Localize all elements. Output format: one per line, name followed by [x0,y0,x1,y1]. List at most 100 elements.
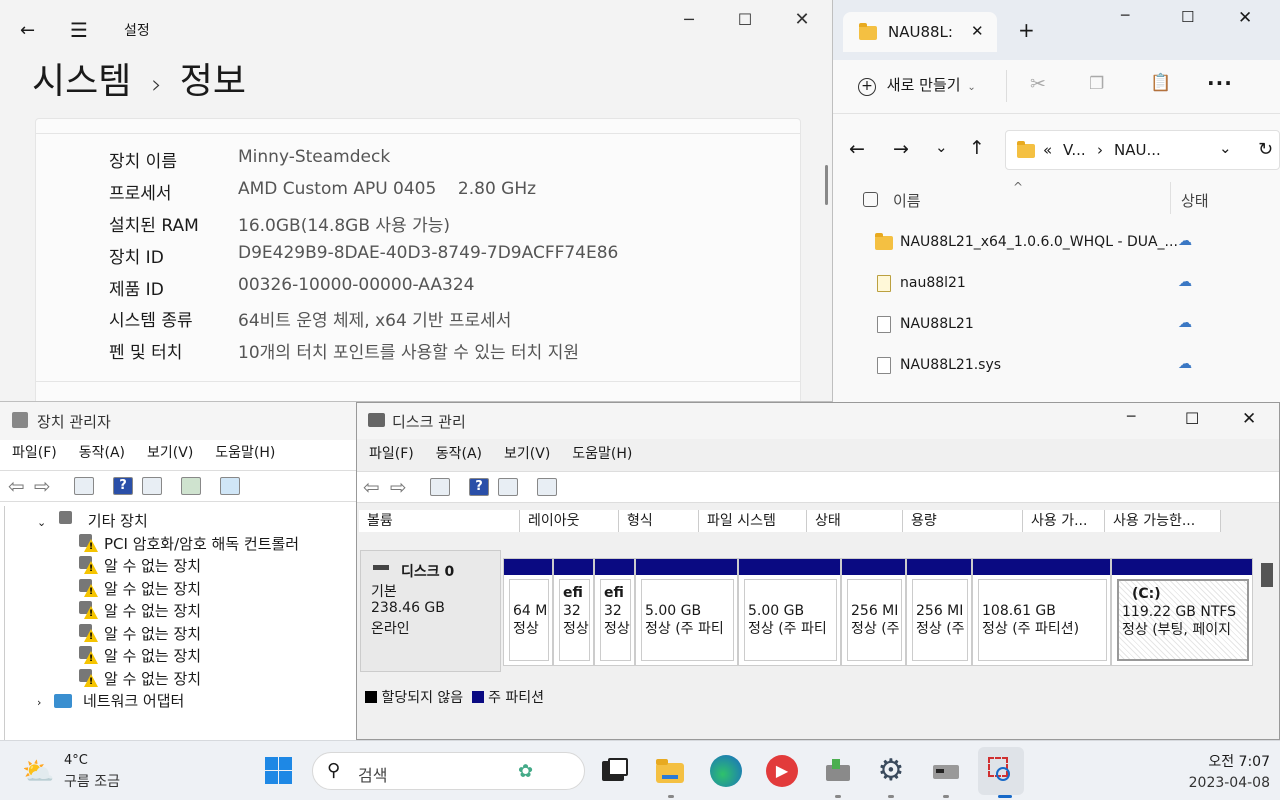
forward-arrow-icon[interactable]: → [893,138,909,160]
close-button[interactable]: ✕ [1238,8,1252,28]
partition-c-drive[interactable]: (C:) 119.22 GB NTFS 정상 (부팅, 페이지 [1111,558,1253,666]
menu-help[interactable]: 도움말(H) [215,445,275,461]
menu-help[interactable]: 도움말(H) [572,446,632,462]
minimize-button[interactable]: ─ [675,8,703,32]
tree-item[interactable]: ! 알 수 없는 장치 [79,578,201,600]
partition[interactable]: 108.61 GB 정상 (주 파티션) [972,558,1111,666]
partition-status: 정상 (주 파티 [645,621,724,637]
col-volume[interactable]: 볼륨 [359,510,520,532]
close-button[interactable]: ✕ [788,8,816,32]
back-arrow-icon[interactable]: ⇦ [363,475,380,499]
menu-file[interactable]: 파일(F) [12,445,57,461]
tree-item[interactable]: ! 알 수 없는 장치 [79,668,201,690]
properties-icon[interactable] [74,477,94,495]
media-player-icon[interactable]: ▶ [766,755,798,787]
scrollbar-thumb[interactable] [1261,563,1273,587]
tree-item[interactable]: ! 알 수 없는 장치 [79,645,201,667]
menu-file[interactable]: 파일(F) [369,446,414,462]
recent-chevron-icon[interactable]: ⌄ [935,138,948,156]
partition[interactable]: 5.00 GB 정상 (주 파티 [635,558,738,666]
col-capacity[interactable]: 용량 [903,510,1023,532]
partition[interactable]: efi 32 정상 [553,558,594,666]
maximize-button[interactable]: ☐ [1181,8,1194,26]
menu-action[interactable]: 동작(A) [79,445,125,461]
menu-action[interactable]: 동작(A) [436,446,482,462]
scan-hardware-icon[interactable] [220,477,240,495]
partition[interactable]: efi 32 정상 [594,558,635,666]
path-overflow[interactable]: « [1043,141,1052,159]
col-type[interactable]: 형식 [619,510,699,532]
back-arrow-icon[interactable]: ⇦ [8,474,25,498]
disk-management-app-icon[interactable] [930,755,962,787]
file-explorer-app-icon[interactable] [654,755,686,787]
col-free-percent[interactable]: 사용 가능한... [1105,510,1221,532]
snipping-tool-icon[interactable] [978,747,1024,795]
partition-status: 정상 (주 [916,621,965,637]
minimize-button[interactable]: ─ [1127,409,1135,425]
scrollbar[interactable] [825,165,828,205]
tree-category-network-adapters[interactable]: › 네트워크 어댑터 [37,690,184,712]
forward-arrow-icon[interactable]: ⇨ [34,474,51,498]
clock[interactable]: 오전 7:07 2023-04-08 [1170,751,1270,791]
help-icon[interactable]: ? [469,478,489,496]
help-icon[interactable]: ? [113,477,133,495]
hamburger-menu-icon[interactable]: ☰ [70,18,88,42]
refresh-icon[interactable]: ↻ [1258,139,1273,160]
partition[interactable]: 256 MI 정상 (주 [906,558,972,666]
chevron-down-icon[interactable]: ⌄ [1219,139,1232,157]
close-button[interactable]: ✕ [1242,409,1256,429]
properties-icon[interactable] [430,478,450,496]
more-options-icon[interactable]: ··· [1207,71,1233,95]
minimize-button[interactable]: ─ [1121,8,1129,24]
maximize-button[interactable]: ☐ [1185,409,1199,428]
col-name[interactable]: 이름 [893,190,921,211]
update-driver-icon[interactable] [181,477,201,495]
breadcrumb-parent[interactable]: 시스템 [32,61,131,102]
back-arrow-icon[interactable]: ← [849,138,865,160]
tree-item[interactable]: ! 알 수 없는 장치 [79,555,201,577]
forward-arrow-icon[interactable]: ⇨ [390,475,407,499]
chevron-right-icon[interactable]: › [37,696,41,709]
view-icon[interactable] [142,477,162,495]
settings-app-icon[interactable]: ⚙ [875,755,907,787]
paste-icon[interactable]: 📋 [1150,73,1171,93]
task-view-icon[interactable] [598,755,630,787]
settings-list-icon[interactable] [537,478,557,496]
edge-browser-icon[interactable] [710,755,742,787]
menu-view[interactable]: 보기(V) [504,446,550,462]
view-icon[interactable] [498,478,518,496]
tree-item[interactable]: ! PCI 암호화/암호 해독 컨트롤러 [79,533,299,555]
search-box[interactable]: ⚲ 검색 ✿ [312,752,585,790]
start-button[interactable] [263,755,295,787]
menu-view[interactable]: 보기(V) [147,445,193,461]
tree-item[interactable]: ! 알 수 없는 장치 [79,623,201,645]
col-filesystem[interactable]: 파일 시스템 [699,510,807,532]
path-segment-2[interactable]: NAU... [1114,141,1161,159]
new-tab-icon[interactable]: + [1018,18,1035,42]
tree-category-other-devices[interactable]: ⌄ 기타 장치 [37,510,148,532]
chevron-down-icon[interactable]: ⌄ [37,516,46,529]
col-status[interactable]: 상태 [807,510,903,532]
tree-item[interactable]: ! 알 수 없는 장치 [79,600,201,622]
col-free[interactable]: 사용 가... [1023,510,1105,532]
partition[interactable]: 64 M 정상 [503,558,553,666]
explorer-tab[interactable]: NAU88L: ✕ [843,12,997,52]
new-button[interactable]: + 새로 만들기 ⌄ [858,74,976,96]
device-manager-app-icon[interactable] [822,755,854,787]
partition[interactable]: 256 MI 정상 (주 [841,558,906,666]
cut-icon[interactable]: ✂ [1030,73,1046,95]
partition[interactable]: 5.00 GB 정상 (주 파티 [738,558,841,666]
address-bar[interactable]: « V... › NAU... ⌄ ↻ [1005,130,1280,170]
disk-management-window: 디스크 관리 ─ ☐ ✕ 파일(F) 동작(A) 보기(V) 도움말(H) ⇦ ⇨ ?… [356,402,1280,740]
path-segment-1[interactable]: V... [1063,141,1086,159]
list-item[interactable]: NAU88L21_x64_1.0.6.0_WHQL - DUA_... ☁ [875,232,1192,254]
up-arrow-icon[interactable]: ↑ [969,137,985,159]
close-tab-icon[interactable]: ✕ [971,22,984,40]
col-status[interactable]: 상태 [1181,190,1209,211]
maximize-button[interactable]: ☐ [731,8,759,32]
copy-icon[interactable]: ❐ [1089,74,1104,94]
col-layout[interactable]: 레이아웃 [520,510,619,532]
select-all-checkbox[interactable] [863,192,878,207]
disk-info-card[interactable]: 디스크 0 기본 238.46 GB 온라인 [360,550,501,672]
back-arrow-icon[interactable]: ← [20,20,35,41]
